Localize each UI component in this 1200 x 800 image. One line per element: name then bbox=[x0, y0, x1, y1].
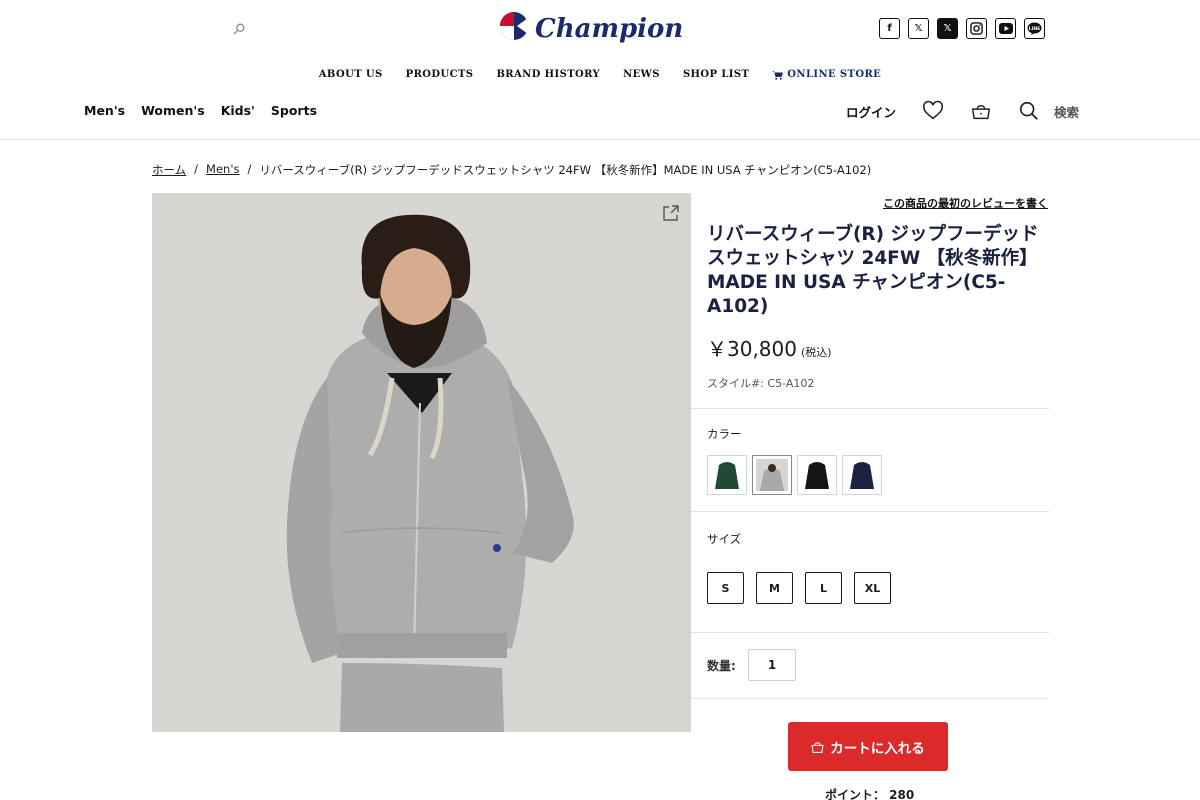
heart-icon[interactable] bbox=[922, 100, 944, 122]
search-link[interactable]: 検索 bbox=[1054, 102, 1079, 121]
x-icon[interactable]: 𝕏 bbox=[937, 18, 958, 39]
breadcrumb-current: リバースウィーブ(R) ジップフーデッドスウェットシャツ 24FW 【秋冬新作】… bbox=[259, 163, 872, 177]
nav-brand-history[interactable]: BRAND HISTORY bbox=[496, 69, 600, 80]
category-womens[interactable]: Women's bbox=[141, 103, 205, 118]
color-swatch-navy[interactable] bbox=[842, 455, 882, 495]
nav-online-store-label: ONLINE STORE bbox=[787, 69, 882, 80]
product-title: リバースウィーブ(R) ジップフーデッドスウェットシャツ 24FW 【秋冬新作】… bbox=[707, 224, 1039, 317]
bag-icon[interactable] bbox=[970, 100, 992, 122]
quantity-label: 数量: bbox=[707, 659, 736, 673]
x-icon[interactable]: 𝕏 bbox=[908, 18, 929, 39]
size-label: サイズ bbox=[707, 532, 742, 546]
size-option-s[interactable]: S bbox=[707, 572, 744, 604]
price-value: ￥30,800 bbox=[707, 337, 797, 361]
color-swatches bbox=[707, 455, 882, 495]
nav-online-store[interactable]: ONLINE STORE bbox=[772, 69, 881, 80]
nav-about-us[interactable]: ABOUT US bbox=[319, 69, 383, 80]
user-nav: ログイン 検索 bbox=[846, 100, 1079, 122]
category-sports[interactable]: Sports bbox=[271, 103, 317, 118]
bag-icon bbox=[811, 741, 824, 753]
size-options: S M L XL bbox=[707, 572, 891, 604]
divider bbox=[691, 408, 1049, 409]
size-option-m[interactable]: M bbox=[756, 572, 793, 604]
size-option-xl[interactable]: XL bbox=[854, 572, 891, 604]
color-label: カラー bbox=[707, 427, 742, 441]
breadcrumb-separator: / bbox=[247, 162, 252, 176]
divider bbox=[691, 698, 1049, 699]
breadcrumb-separator: / bbox=[194, 162, 199, 176]
points-info: ポイント： 280 bbox=[825, 788, 915, 800]
product-photo bbox=[286, 214, 574, 732]
nav-products[interactable]: PRODUCTS bbox=[406, 69, 474, 80]
nav-news[interactable]: NEWS bbox=[623, 69, 660, 80]
category-mens[interactable]: Men's bbox=[84, 103, 125, 118]
cart-icon bbox=[772, 70, 784, 80]
tax-note: (税込) bbox=[800, 346, 832, 359]
champion-logo[interactable]: Champion bbox=[495, 10, 707, 52]
nav-shop-list[interactable]: SHOP LIST bbox=[683, 69, 749, 80]
divider bbox=[691, 511, 1049, 512]
product-price: ￥30,800 (税込) bbox=[707, 333, 832, 362]
product-image[interactable] bbox=[152, 193, 691, 732]
social-links: f 𝕏 𝕏 LINE bbox=[879, 18, 1045, 39]
global-nav: ABOUT US PRODUCTS BRAND HISTORY NEWS SHO… bbox=[0, 69, 1200, 80]
breadcrumb-home[interactable]: ホーム bbox=[152, 162, 186, 178]
color-swatch-gray[interactable] bbox=[752, 455, 792, 495]
search-icon[interactable] bbox=[232, 22, 246, 36]
youtube-icon[interactable] bbox=[995, 18, 1016, 39]
category-nav: Men's Women's Kids' Sports bbox=[84, 103, 317, 118]
facebook-icon[interactable]: f bbox=[879, 18, 900, 39]
breadcrumb-mens[interactable]: Men's bbox=[206, 162, 239, 178]
line-icon[interactable]: LINE bbox=[1024, 18, 1045, 39]
svg-text:LINE: LINE bbox=[1029, 26, 1040, 32]
color-swatch-green[interactable] bbox=[707, 455, 747, 495]
login-link[interactable]: ログイン bbox=[846, 102, 896, 121]
quantity-input[interactable]: 1 bbox=[748, 649, 796, 681]
category-kids[interactable]: Kids' bbox=[221, 103, 255, 118]
search-icon[interactable] bbox=[1018, 100, 1040, 122]
instagram-icon[interactable] bbox=[966, 18, 987, 39]
breadcrumb: ホーム / Men's / リバースウィーブ(R) ジップフーデッドスウェットシ… bbox=[152, 162, 871, 178]
write-review-link[interactable]: この商品の最初のレビューを書く bbox=[883, 195, 1048, 211]
expand-icon[interactable] bbox=[663, 205, 679, 221]
add-to-cart-label: カートに入れる bbox=[830, 740, 925, 756]
add-to-cart-button[interactable]: カートに入れる bbox=[788, 722, 948, 771]
divider bbox=[691, 632, 1049, 633]
header-divider bbox=[0, 139, 1200, 140]
svg-text:Champion: Champion bbox=[535, 14, 683, 44]
size-option-l[interactable]: L bbox=[805, 572, 842, 604]
color-swatch-black[interactable] bbox=[797, 455, 837, 495]
style-number: スタイル#: C5-A102 bbox=[707, 377, 815, 390]
